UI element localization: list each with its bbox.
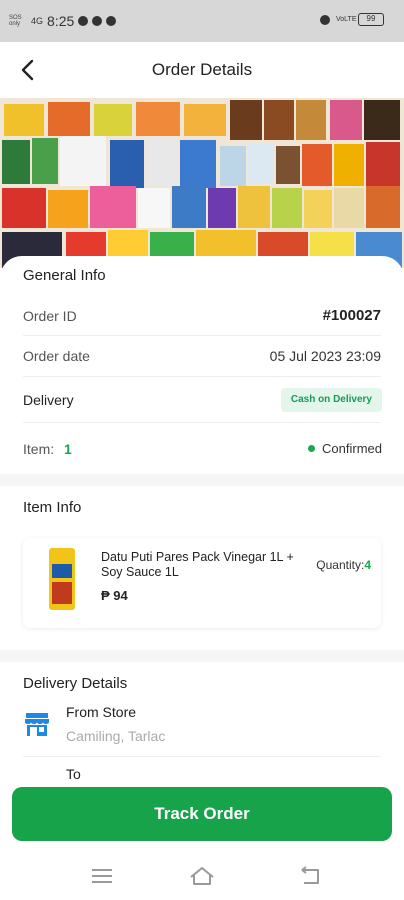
system-nav-bar <box>0 852 404 900</box>
clock: 8:25 <box>47 13 75 29</box>
status-text: Confirmed <box>322 441 382 456</box>
battery-icon: 99 <box>358 13 384 26</box>
volte-icon: VoLTE <box>336 16 357 23</box>
quantity-label: Quantity: <box>316 558 365 572</box>
messenger-icon <box>78 16 89 26</box>
vpn-icon <box>92 16 103 26</box>
alarm-icon <box>320 14 330 25</box>
item-label: Item: <box>23 441 55 457</box>
store-icon <box>25 713 49 736</box>
product-price: ₱ 94 <box>101 588 128 603</box>
delivery-label: Delivery <box>23 392 74 408</box>
product-quantity: Quantity:4 <box>316 558 371 572</box>
product-collage-image <box>0 98 404 268</box>
network-label: 4G <box>31 16 44 26</box>
home-icon[interactable] <box>189 866 215 886</box>
delivery-details-title: Delivery Details <box>23 675 128 692</box>
app-bar: Order Details <box>0 42 404 98</box>
collage-graphic <box>0 98 404 268</box>
order-id-value: #100027 <box>322 307 381 324</box>
divider <box>23 756 381 757</box>
general-info-title: General Info <box>23 267 106 284</box>
section-separator <box>0 650 404 662</box>
payment-method-badge: Cash on Delivery <box>280 388 382 412</box>
menu-icon[interactable] <box>90 866 114 886</box>
product-name: Datu Puti Pares Pack Vinegar 1L + Soy Sa… <box>101 550 294 579</box>
to-label: To <box>66 766 81 782</box>
page-title: Order Details <box>151 60 253 79</box>
store-address: Camiling, Tarlac <box>66 728 166 744</box>
section-separator <box>0 474 404 486</box>
item-count: 1 <box>64 441 72 457</box>
order-item-card[interactable]: Datu Puti Pares Pack Vinegar 1L + Soy Sa… <box>23 538 381 628</box>
status-dot-icon <box>308 445 316 452</box>
track-order-button[interactable]: Track Order <box>12 787 392 841</box>
quantity-value: 4 <box>364 558 371 572</box>
carrier-label: SOS only <box>9 15 22 27</box>
order-id-label: Order ID <box>23 308 77 324</box>
back-nav-icon[interactable] <box>298 866 322 886</box>
app-notification-icon <box>106 16 117 26</box>
from-store-label: From Store <box>66 704 137 720</box>
order-date-label: Order date <box>23 348 90 364</box>
item-count-label: Item: 1 <box>23 441 72 457</box>
item-info-title: Item Info <box>23 499 82 516</box>
order-status: Confirmed <box>308 441 382 456</box>
order-date-value: 05 Jul 2023 23:09 <box>269 348 381 364</box>
divider <box>23 422 381 423</box>
divider <box>23 335 381 336</box>
divider <box>23 376 381 377</box>
product-image <box>49 548 75 610</box>
status-bar: SOS only 4G 8:25 VoLTE 99 <box>0 0 404 42</box>
